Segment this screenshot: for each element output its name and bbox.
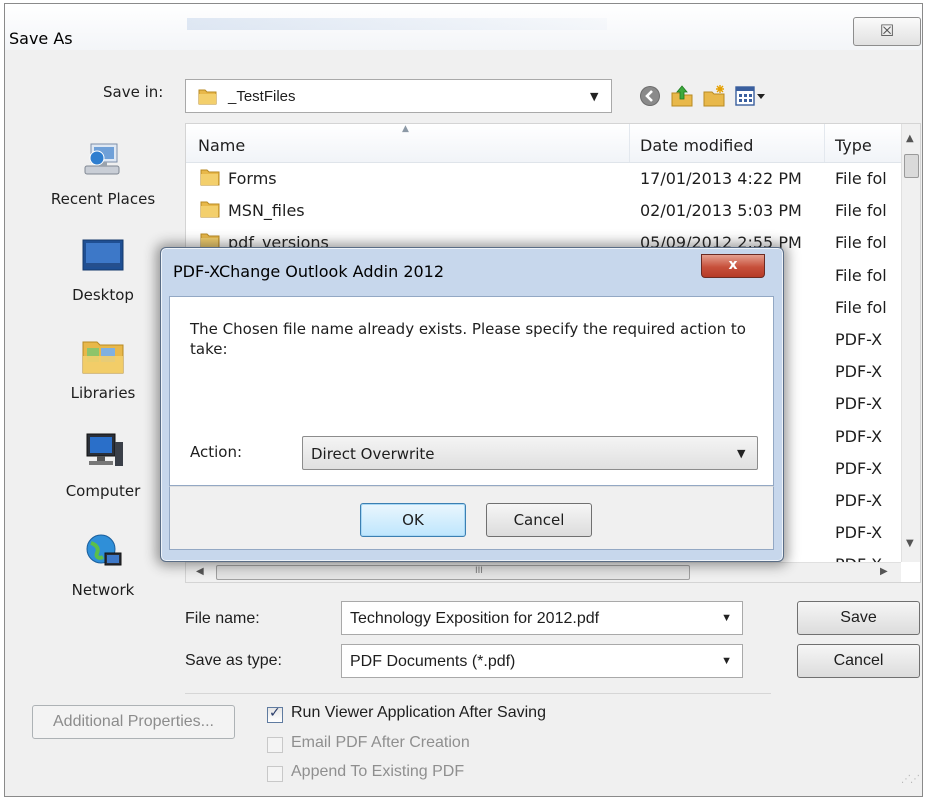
checkbox-run-viewer[interactable]: ✓ — [267, 705, 283, 723]
folder-icon — [200, 169, 220, 186]
place-network[interactable]: Network — [35, 531, 171, 599]
type-cell: PDF-X — [835, 458, 883, 478]
up-folder-icon[interactable] — [670, 84, 694, 108]
column-divider[interactable] — [629, 124, 630, 162]
type-cell: PDF-X — [835, 426, 883, 446]
date-modified-cell: 02/01/2013 5:03 PM — [640, 201, 802, 221]
type-cell: File fol — [835, 233, 887, 253]
save-in-label: Save in: — [103, 83, 164, 101]
checkbox-email-pdf — [267, 737, 283, 753]
modal-footer: OK Cancel — [169, 486, 774, 550]
modal-close-button[interactable]: x — [701, 254, 765, 278]
list-header: Name ▲ Date modified Type — [186, 124, 901, 163]
scroll-right-icon[interactable]: ▶ — [880, 566, 888, 577]
place-label: Libraries — [70, 384, 136, 402]
network-icon — [86, 534, 122, 566]
save-in-dropdown[interactable]: _TestFiles ▼ — [185, 79, 612, 113]
back-icon[interactable] — [638, 84, 662, 108]
type-cell: File fol — [835, 201, 887, 221]
cancel-button[interactable]: Cancel — [797, 644, 920, 678]
folder-icon — [198, 89, 217, 105]
column-divider[interactable] — [824, 124, 825, 162]
chevron-down-icon: ▼ — [737, 447, 746, 460]
vertical-scrollbar[interactable]: ▲ ▼ — [901, 124, 920, 562]
new-folder-icon[interactable] — [702, 84, 726, 108]
libraries-icon — [82, 341, 124, 374]
type-cell: File fol — [835, 297, 887, 317]
recent-places-icon — [84, 143, 120, 175]
place-recent-places[interactable]: Recent Places — [35, 140, 171, 208]
column-type[interactable]: Type — [835, 136, 872, 155]
vertical-scroll-thumb[interactable] — [904, 154, 919, 178]
save-in-value: _TestFiles — [228, 88, 296, 105]
overwrite-modal: PDF-XChange Outlook Addin 2012 x The Cho… — [160, 247, 784, 562]
save-as-type-label: Save as type: — [185, 652, 282, 669]
type-cell: PDF-X — [835, 394, 883, 414]
views-menu-icon[interactable] — [734, 84, 768, 108]
place-label: Recent Places — [50, 190, 156, 208]
column-date[interactable]: Date modified — [640, 136, 753, 155]
chevron-down-icon[interactable]: ▼ — [721, 612, 732, 624]
type-cell: PDF-X — [835, 491, 883, 510]
modal-message: The Chosen file name already exists. Ple… — [190, 320, 746, 358]
type-cell: PDF-X — [835, 330, 883, 349]
scroll-down-icon[interactable]: ▼ — [906, 538, 914, 549]
date-modified-cell: 17/01/2013 4:22 PM — [640, 169, 802, 188]
modal-cancel-button[interactable]: Cancel — [486, 503, 592, 537]
column-name[interactable]: Name — [198, 136, 245, 155]
action-dropdown[interactable]: Direct Overwrite ▼ — [302, 436, 758, 470]
horizontal-scrollbar[interactable]: ◀ III ▶ — [186, 562, 901, 582]
horizontal-scroll-thumb[interactable]: III — [216, 565, 690, 580]
action-label: Action: — [190, 443, 243, 461]
close-button[interactable]: ☒ — [853, 17, 921, 46]
save-as-type-value: PDF Documents (*.pdf) — [350, 653, 516, 670]
option-label: Run Viewer Application After Saving — [291, 704, 546, 721]
place-computer[interactable]: Computer — [35, 432, 171, 500]
additional-properties-button[interactable]: Additional Properties... — [32, 705, 235, 739]
sort-ascending-icon: ▲ — [402, 124, 409, 134]
chevron-down-icon: ▼ — [590, 90, 599, 103]
desktop-icon — [82, 239, 124, 271]
background-window-blur — [187, 18, 607, 30]
checkbox-append-pdf — [267, 766, 283, 782]
ok-button[interactable]: OK — [360, 503, 466, 537]
place-label: Desktop — [72, 286, 134, 304]
dialog-title: Save As — [9, 29, 73, 48]
table-row[interactable]: MSN_files 02/01/2013 5:03 PM File fol — [186, 194, 901, 226]
file-name-cell: MSN_files — [228, 201, 305, 221]
file-name-cell: Forms — [228, 169, 277, 188]
computer-icon — [86, 433, 123, 466]
checkmark-icon: ✓ — [269, 705, 281, 721]
file-name-input[interactable]: Technology Exposition for 2012.pdf ▼ — [341, 601, 743, 635]
option-label: Email PDF After Creation — [291, 734, 470, 751]
modal-body: The Chosen file name already exists. Ple… — [169, 296, 774, 486]
type-cell: PDF-X — [835, 362, 883, 382]
scroll-grip: III — [475, 566, 483, 576]
type-cell: File fol — [835, 169, 887, 188]
save-as-type-dropdown[interactable]: PDF Documents (*.pdf) ▼ — [341, 644, 743, 678]
folder-icon — [200, 201, 220, 218]
type-cell: File fol — [835, 265, 887, 285]
modal-title: PDF-XChange Outlook Addin 2012 — [173, 262, 445, 281]
scroll-left-icon[interactable]: ◀ — [196, 566, 204, 577]
type-cell: PDF-X — [835, 523, 883, 543]
place-label: Network — [71, 581, 135, 599]
file-name-value: Technology Exposition for 2012.pdf — [350, 610, 600, 627]
table-row[interactable]: Forms 17/01/2013 4:22 PM File fol — [186, 162, 901, 194]
option-label: Append To Existing PDF — [291, 763, 465, 780]
save-button[interactable]: Save — [797, 601, 920, 635]
title-bar[interactable]: Save As ☒ — [5, 4, 922, 50]
scroll-up-icon[interactable]: ▲ — [906, 133, 914, 144]
chevron-down-icon: ▼ — [721, 655, 732, 667]
file-name-label: File name: — [185, 610, 260, 627]
resize-grip-icon[interactable]: ⋰⋰ — [901, 774, 920, 785]
place-desktop[interactable]: Desktop — [35, 236, 171, 304]
place-label: Computer — [65, 482, 141, 500]
divider — [185, 693, 771, 694]
place-libraries[interactable]: Libraries — [35, 334, 171, 402]
action-value: Direct Overwrite — [311, 445, 435, 463]
